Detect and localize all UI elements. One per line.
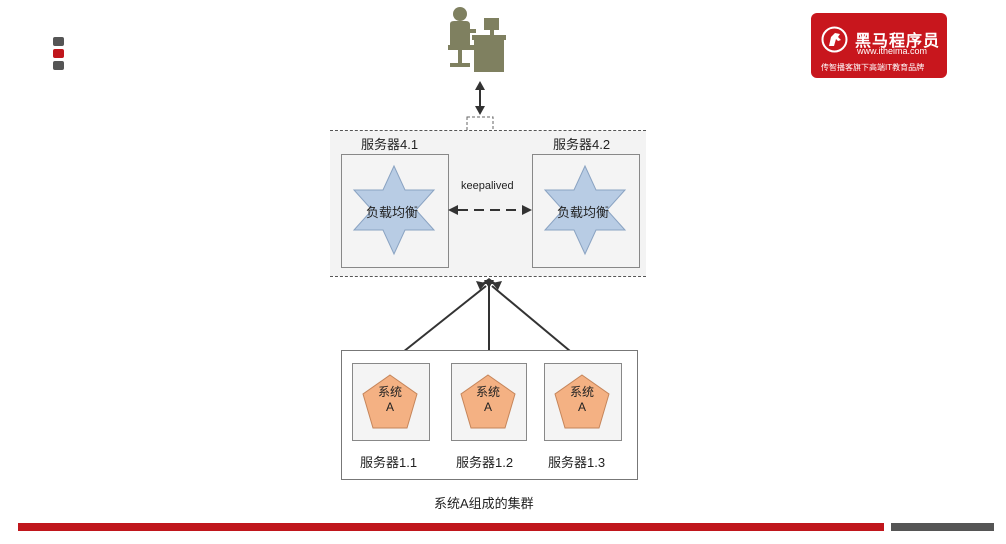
horse-logo-icon bbox=[821, 26, 848, 53]
app-label: 系统 A bbox=[562, 385, 602, 415]
user-link-arrow bbox=[466, 81, 494, 136]
user-at-computer-icon bbox=[448, 7, 506, 72]
load-balancer-label: 负载均衡 bbox=[557, 205, 610, 220]
app-label-line: A bbox=[577, 400, 586, 414]
cluster-caption: 系统A组成的集群 bbox=[434, 496, 534, 511]
keepalived-link-arrow bbox=[448, 205, 532, 215]
app-label-line: 系统 bbox=[475, 385, 500, 399]
brand-logo: 黑马程序员 www.itheima.com 传智播客旗下高端IT教育品牌 bbox=[811, 13, 947, 78]
app-label-line: A bbox=[385, 400, 394, 414]
app-label-line: 系统 bbox=[569, 385, 594, 399]
footer-bar-gray bbox=[891, 523, 994, 531]
footer-bar-red bbox=[18, 523, 884, 531]
brand-url: www.itheima.com bbox=[857, 46, 928, 56]
app-label: 系统 A bbox=[370, 385, 410, 415]
node-server-label: 服务器1.1 bbox=[360, 455, 418, 470]
marker-dot bbox=[53, 61, 64, 70]
keepalived-label: keepalived bbox=[461, 180, 514, 192]
brand-slogan: 传智播客旗下高端IT教育品牌 bbox=[821, 63, 925, 72]
lb-server-label: 服务器4.2 bbox=[553, 137, 611, 152]
app-label: 系统 A bbox=[468, 385, 508, 415]
app-label-line: 系统 bbox=[377, 385, 402, 399]
marker-dot bbox=[53, 37, 64, 46]
node-server-label: 服务器1.3 bbox=[548, 455, 606, 470]
lb-server-label: 服务器4.1 bbox=[361, 137, 419, 152]
zone-top-border bbox=[330, 130, 646, 131]
app-label-line: A bbox=[483, 400, 492, 414]
node-server-label: 服务器1.2 bbox=[456, 455, 514, 470]
slide-marker bbox=[53, 37, 65, 73]
load-balancer-label: 负载均衡 bbox=[366, 205, 419, 220]
marker-dot bbox=[53, 49, 64, 58]
